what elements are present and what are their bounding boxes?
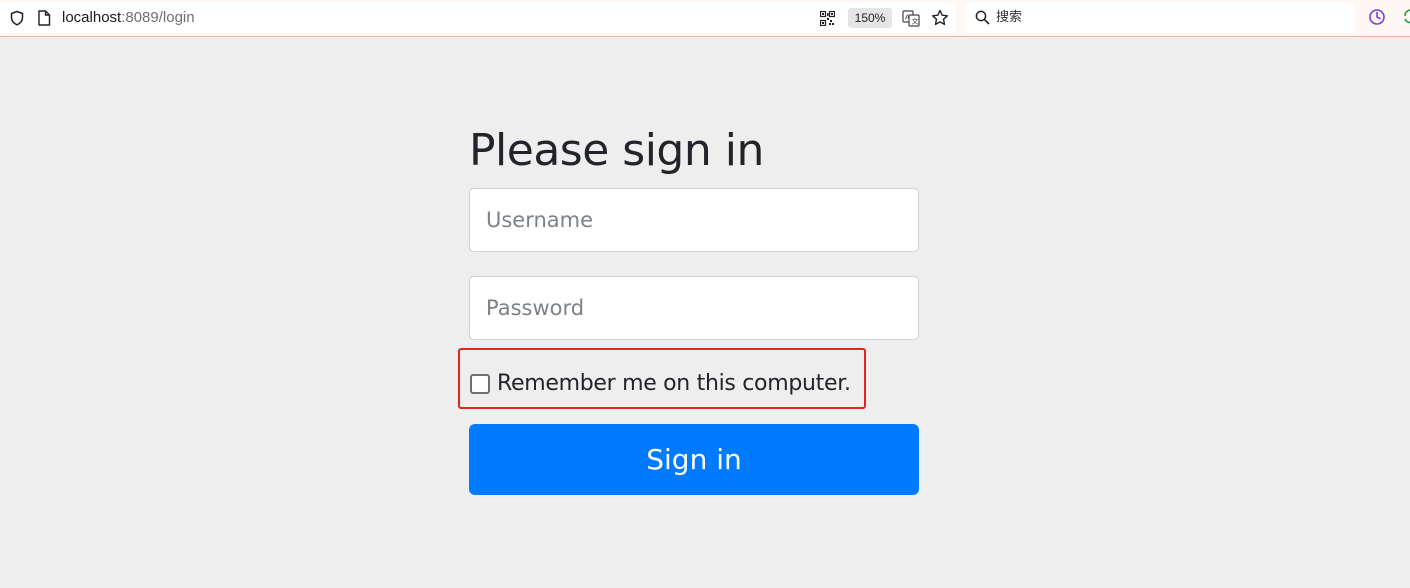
qr-code-icon[interactable] [820,11,835,26]
url-host: localhost [62,9,122,26]
password-input[interactable] [469,276,919,340]
extension-icon[interactable] [1403,8,1410,24]
search-icon [975,10,990,25]
search-bar[interactable]: 搜索 [965,2,1355,33]
page-title: Please sign in [469,125,764,176]
star-icon[interactable] [931,9,949,27]
translate-icon[interactable]: A 文 [902,10,920,27]
url-path: :8089/login [121,9,195,26]
zoom-level-badge[interactable]: 150% [848,8,892,28]
username-input[interactable] [469,188,919,252]
remember-me-checkbox[interactable] [470,374,490,394]
remember-me-label[interactable]: Remember me on this computer. [497,369,851,399]
svg-text:A: A [905,15,910,22]
page-icon [38,10,51,26]
search-placeholder: 搜索 [996,10,1023,25]
address-bar[interactable]: localhost:8089/login 150% A 文 [0,2,956,33]
shield-icon[interactable] [9,10,25,26]
history-icon[interactable] [1368,8,1386,26]
svg-text:文: 文 [912,17,919,26]
url-text[interactable]: localhost:8089/login [62,9,195,27]
sign-in-button[interactable]: Sign in [469,424,919,495]
browser-toolbar: localhost:8089/login 150% A 文 搜索 [0,0,1410,37]
